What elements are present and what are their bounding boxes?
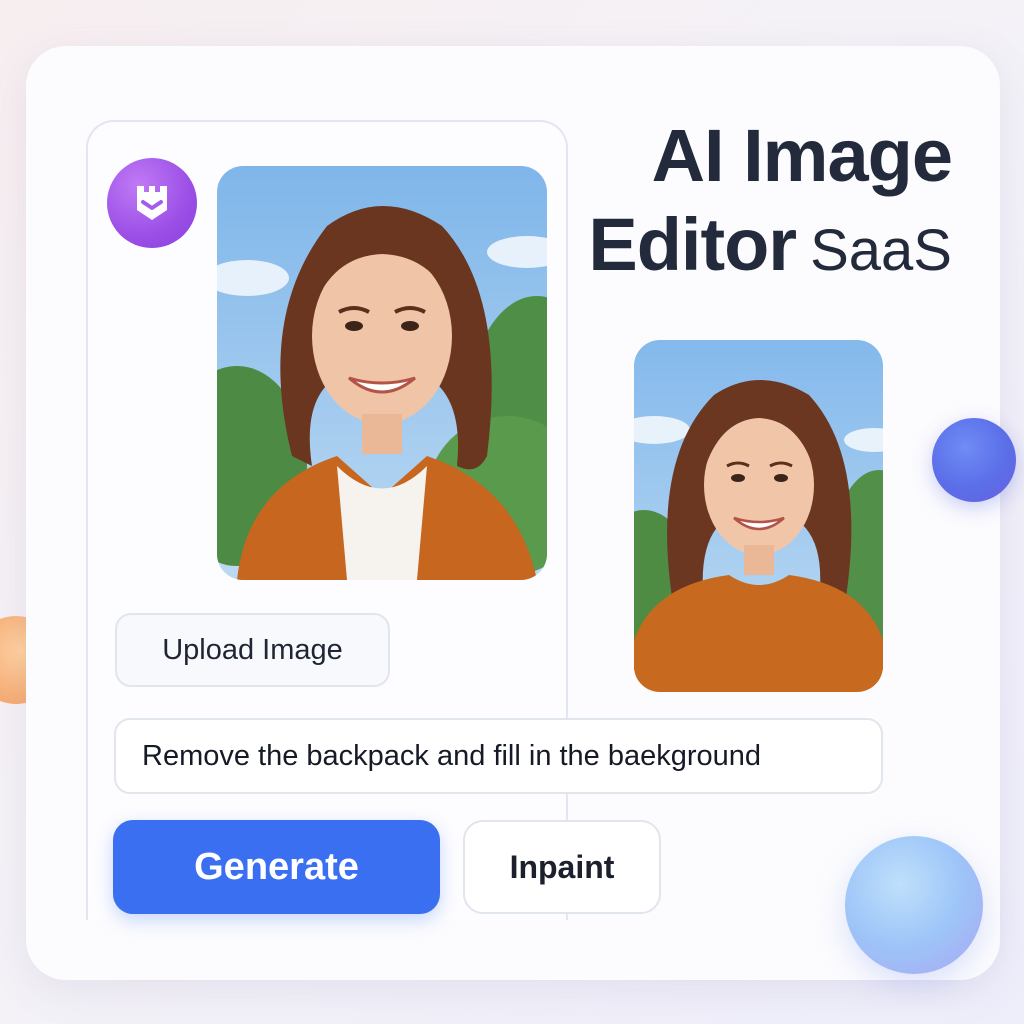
castle-icon[interactable]	[107, 158, 197, 248]
prompt-input[interactable]: Remove the backpack and fill in the baek…	[114, 718, 883, 794]
decorative-orb-blue	[932, 418, 1016, 502]
title-line-2: Editor SaaS	[588, 201, 952, 290]
original-image[interactable]	[217, 166, 547, 580]
inpaint-button[interactable]: Inpaint	[463, 820, 661, 914]
generate-button[interactable]: Generate	[113, 820, 440, 914]
upload-image-button[interactable]: Upload Image	[115, 613, 390, 687]
title-saas: SaaS	[810, 217, 952, 283]
result-image[interactable]	[634, 340, 883, 692]
page-title: AI Image Editor SaaS	[588, 112, 953, 290]
decorative-orb-light	[845, 836, 983, 974]
title-editor: Editor	[588, 202, 797, 286]
title-line-1: AI Image	[651, 114, 953, 197]
